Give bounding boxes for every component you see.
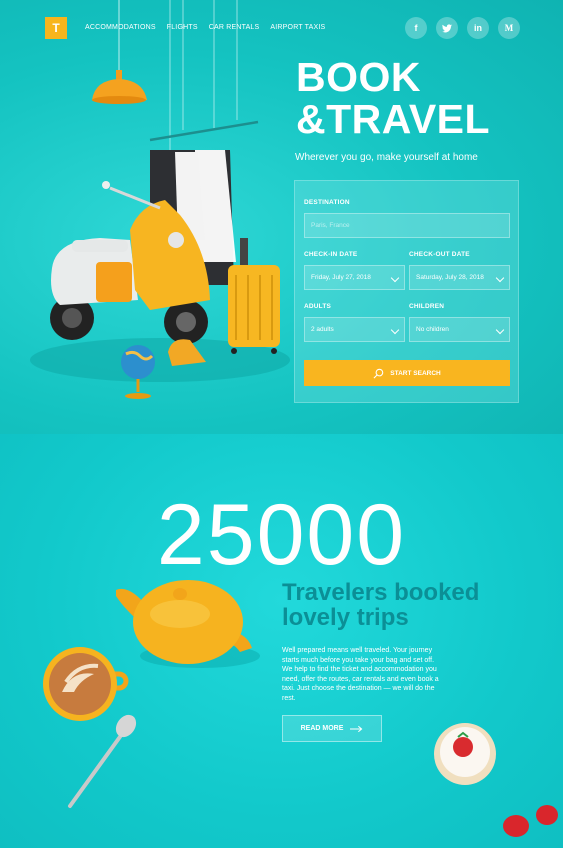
chevron-down-icon (390, 273, 400, 283)
spoon-icon (68, 714, 137, 808)
travel-illustration (30, 0, 290, 399)
checkin-label: CHECK-IN DATE (304, 251, 358, 258)
arrow-right-icon (350, 725, 363, 732)
chevron-down-icon (495, 325, 505, 335)
stats-title-line-2: lovely trips (282, 604, 409, 631)
twitter-bird-icon (442, 23, 452, 32)
stats-title: Travelers booked lovely trips (282, 580, 492, 630)
facebook-glyph: f (414, 23, 418, 33)
search-form: DESTINATION Paris, France CHECK-IN DATE … (294, 180, 519, 403)
adults-value: 2 adults (311, 326, 334, 333)
social-links: f t in M (405, 17, 520, 39)
read-more-button[interactable]: READ MORE (282, 715, 382, 742)
checkout-select[interactable]: Saturday, July 28, 2018 (409, 265, 510, 290)
destination-placeholder: Paris, France (311, 222, 350, 229)
checkout-label: CHECK-OUT DATE (409, 251, 470, 258)
checkin-value: Friday, July 27, 2018 (311, 274, 371, 281)
headline-line-1: BOOK (296, 54, 421, 100)
stats-section: 25000 Travelers booked lovely trips Well… (0, 434, 563, 848)
hero-headline: BOOK &TRAVEL (296, 56, 490, 140)
twitter-icon[interactable]: t (436, 17, 458, 39)
stats-title-line-1: Travelers booked (282, 579, 480, 606)
suitcase-icon (228, 238, 280, 354)
strawberries-icon (503, 805, 558, 837)
facebook-icon[interactable]: f (405, 17, 427, 39)
medium-icon[interactable]: M (498, 17, 520, 39)
teapot-icon (116, 580, 260, 668)
destination-input[interactable]: Paris, France (304, 213, 510, 238)
booked-count: 25000 (156, 487, 407, 583)
headline-line-2: &TRAVEL (296, 96, 491, 142)
hero-section: T ACCOMMODATIONS FLIGHTS CAR RENTALS AIR… (0, 0, 563, 434)
start-search-button[interactable]: START SEARCH (304, 360, 510, 386)
medium-glyph: M (504, 23, 514, 33)
search-icon (373, 368, 384, 378)
coffee-cup-icon (43, 647, 129, 721)
linkedin-icon[interactable]: in (467, 17, 489, 39)
chevron-down-icon (495, 273, 505, 283)
adults-label: ADULTS (304, 303, 332, 310)
checkin-select[interactable]: Friday, July 27, 2018 (304, 265, 405, 290)
children-select[interactable]: No children (409, 317, 510, 342)
linkedin-glyph: in (474, 23, 482, 33)
adults-select[interactable]: 2 adults (304, 317, 405, 342)
read-more-label: READ MORE (300, 725, 344, 732)
chevron-down-icon (390, 325, 400, 335)
hero-tagline: Wherever you go, make yourself at home (295, 152, 478, 163)
children-label: CHILDREN (409, 303, 445, 310)
cupcake-icon (434, 723, 496, 785)
stats-description: Well prepared means well traveled. Your … (282, 647, 439, 702)
start-search-label: START SEARCH (390, 369, 441, 377)
pendant-lamp-icon (92, 70, 147, 104)
globe-icon (121, 345, 155, 399)
children-value: No children (416, 326, 449, 333)
checkout-value: Saturday, July 28, 2018 (416, 274, 484, 281)
destination-label: DESTINATION (304, 199, 350, 206)
